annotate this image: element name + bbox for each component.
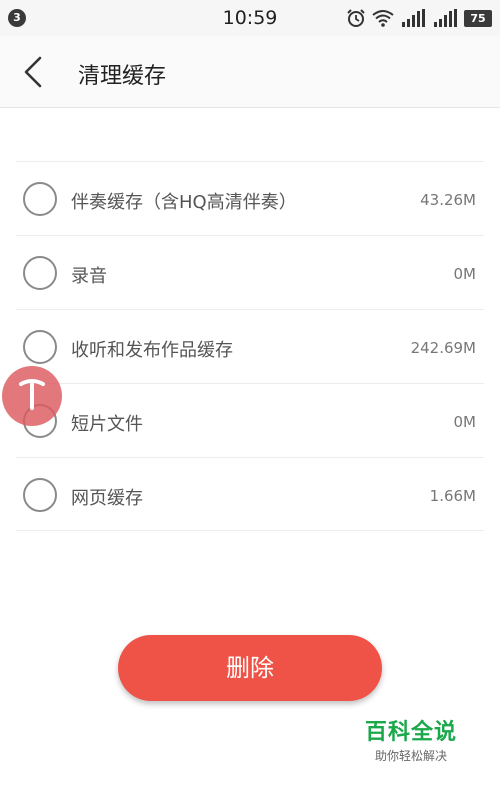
cache-item-size: 0M xyxy=(453,413,477,431)
cache-list: 伴奏缓存（含HQ高清伴奏） 43.26M 录音 0M 收听和发布作品缓存 242… xyxy=(16,161,484,531)
status-bar: 3 10:59 75 xyxy=(0,0,500,36)
cache-item-size: 43.26M xyxy=(420,191,476,209)
radio-button[interactable] xyxy=(23,330,57,364)
cache-item-size: 242.69M xyxy=(410,339,476,357)
cache-item-webpage[interactable]: 网页缓存 1.66M xyxy=(16,457,484,531)
cache-item-accompaniment[interactable]: 伴奏缓存（含HQ高清伴奏） 43.26M xyxy=(16,161,484,235)
signal-icon xyxy=(402,9,425,27)
alarm-icon xyxy=(347,9,365,27)
radio-button[interactable] xyxy=(23,182,57,216)
watermark-title: 百科全说 xyxy=(364,720,457,745)
back-button[interactable] xyxy=(14,54,54,90)
radio-button[interactable] xyxy=(23,256,57,290)
cache-item-short-video[interactable]: 短片文件 0M xyxy=(16,383,484,457)
cache-item-size: 0M xyxy=(453,265,477,283)
watermark-subtitle: 助你轻松解决 xyxy=(374,749,447,763)
signal-icon xyxy=(434,9,457,27)
cache-item-works[interactable]: 收听和发布作品缓存 242.69M xyxy=(16,309,484,383)
status-icons: 75 xyxy=(346,8,492,28)
pin-icon xyxy=(19,379,45,410)
watermark-logo: 百科全说 助你轻松解决 xyxy=(356,714,466,764)
cache-item-size: 1.66M xyxy=(429,487,476,505)
cache-item-label: 网页缓存 xyxy=(71,488,143,509)
battery-indicator: 75 xyxy=(464,9,492,27)
wifi-icon xyxy=(372,10,394,27)
chevron-left-icon xyxy=(24,56,42,88)
radio-button[interactable] xyxy=(23,478,57,512)
delete-button[interactable]: 删除 xyxy=(118,635,382,701)
floating-pin-button[interactable] xyxy=(2,366,62,426)
cache-item-recording[interactable]: 录音 0M xyxy=(16,235,484,309)
cache-item-label: 录音 xyxy=(71,266,107,287)
cache-item-label: 收听和发布作品缓存 xyxy=(71,340,233,361)
page-title: 清理缓存 xyxy=(78,64,167,89)
cache-item-label: 伴奏缓存（含HQ高清伴奏） xyxy=(71,192,297,213)
app-bar: 清理缓存 xyxy=(0,36,500,108)
cache-item-label: 短片文件 xyxy=(71,414,143,435)
